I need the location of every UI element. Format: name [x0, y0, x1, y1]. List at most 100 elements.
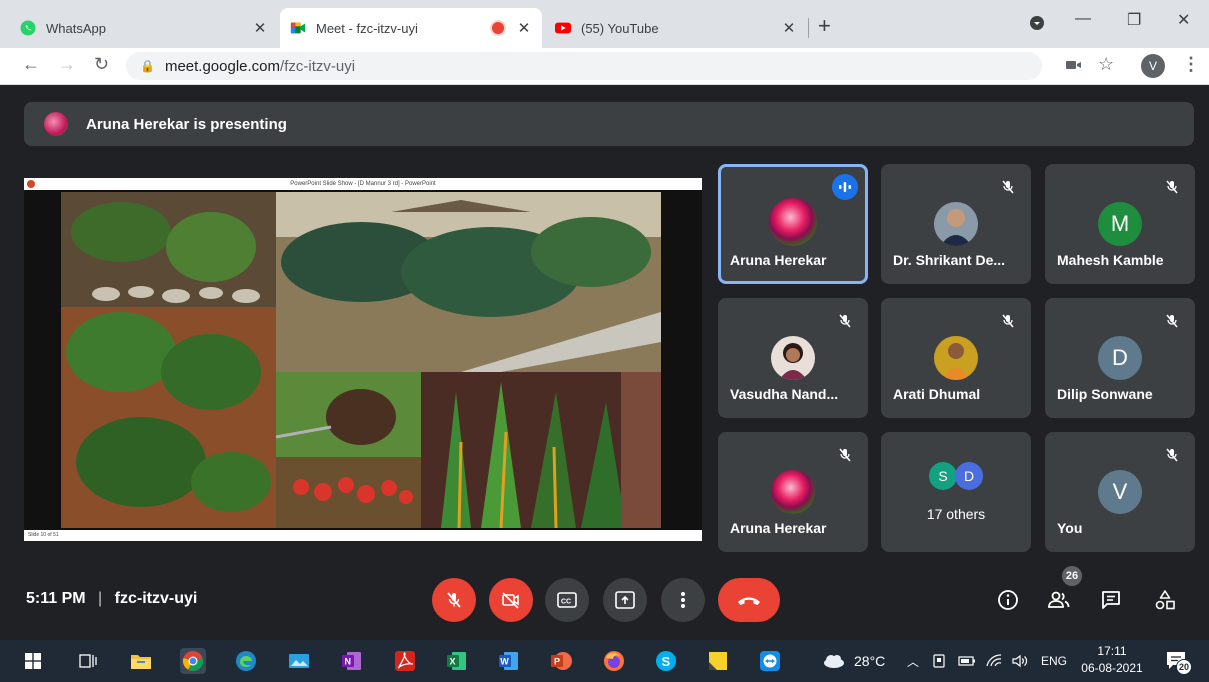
- captions-button[interactable]: CC: [545, 578, 589, 622]
- participant-tile[interactable]: Dr. Shrikant De...: [881, 164, 1031, 284]
- profile-menu-icon[interactable]: [1030, 16, 1044, 30]
- input-language[interactable]: ENG: [1041, 640, 1067, 682]
- minimize-button[interactable]: —: [1075, 10, 1091, 28]
- participant-tile[interactable]: Arati Dhumal: [881, 298, 1031, 418]
- participant-name: Aruna Herekar: [730, 252, 827, 268]
- mic-off-icon: [995, 174, 1021, 200]
- participant-name: Vasudha Nand...: [730, 386, 839, 402]
- forward-arrow-icon[interactable]: →: [58, 54, 76, 75]
- participant-tile[interactable]: Vasudha Nand...: [718, 298, 868, 418]
- edge-icon[interactable]: [233, 648, 259, 674]
- chat-button[interactable]: [1097, 586, 1125, 614]
- tab-whatsapp[interactable]: WhatsApp ✕: [10, 8, 278, 48]
- windows-start-icon[interactable]: [20, 648, 46, 674]
- bookmark-star-icon[interactable]: ☆: [1098, 54, 1114, 75]
- acrobat-icon[interactable]: [392, 648, 418, 674]
- battery-icon[interactable]: [958, 640, 976, 682]
- ppt-logo-icon: [27, 180, 35, 188]
- address-bar[interactable]: 🔒 meet.google.com/fzc-itzv-uyi: [126, 52, 1042, 80]
- meeting-info: 5:11 PM | fzc-itzv-uyi: [26, 590, 197, 608]
- profile-avatar[interactable]: V: [1141, 54, 1165, 78]
- chrome-icon[interactable]: [180, 648, 206, 674]
- volume-icon[interactable]: [1011, 640, 1029, 682]
- more-menu-icon[interactable]: ⋮: [1182, 54, 1200, 75]
- participant-avatar: [771, 470, 815, 514]
- camera-in-use-icon[interactable]: [1066, 58, 1082, 76]
- svg-text:X: X: [450, 657, 456, 667]
- teamviewer-icon[interactable]: [757, 648, 783, 674]
- file-explorer-icon[interactable]: [128, 648, 154, 674]
- participant-avatar: [934, 336, 978, 380]
- taskbar-time: 17:11: [1097, 644, 1127, 658]
- taskbar-clock[interactable]: 17:11 06-08-2021: [1076, 643, 1148, 677]
- windows-taskbar: N X W P S 28°C ︿ ENG 17:11 06-08-2021 20: [0, 640, 1209, 682]
- people-button[interactable]: [1045, 586, 1073, 614]
- task-view-icon[interactable]: [75, 648, 101, 674]
- presentation-view[interactable]: PowerPoint Slide Show - [D Mannur 3 rd] …: [24, 178, 702, 541]
- reload-icon[interactable]: ↻: [94, 54, 109, 75]
- excel-icon[interactable]: X: [444, 648, 470, 674]
- others-avatar-d: D: [955, 462, 983, 490]
- participant-avatar: M: [1098, 202, 1142, 246]
- close-tab-icon[interactable]: ✕: [252, 19, 268, 37]
- onenote-icon[interactable]: N: [339, 648, 365, 674]
- url-path: /fzc-itzv-uyi: [280, 57, 356, 75]
- meeting-code: fzc-itzv-uyi: [114, 590, 198, 607]
- mic-off-icon: [832, 308, 858, 334]
- close-tab-icon[interactable]: ✕: [516, 19, 532, 37]
- leave-call-button[interactable]: [718, 578, 780, 622]
- meeting-details-button[interactable]: [994, 586, 1022, 614]
- others-tile[interactable]: S D 17 others: [881, 432, 1031, 552]
- firefox-icon[interactable]: [601, 648, 627, 674]
- participant-tile[interactable]: Aruna Herekar: [718, 432, 868, 552]
- photos-icon[interactable]: [286, 648, 312, 674]
- mic-toggle-button[interactable]: [432, 578, 476, 622]
- tab-youtube[interactable]: (55) YouTube ✕: [545, 8, 807, 48]
- wifi-icon[interactable]: [986, 640, 1002, 682]
- presenting-banner: Aruna Herekar is presenting: [24, 102, 1194, 146]
- back-arrow-icon[interactable]: ←: [22, 54, 40, 75]
- svg-text:P: P: [554, 657, 560, 667]
- svg-text:S: S: [662, 654, 671, 669]
- svg-text:N: N: [345, 657, 352, 667]
- browser-toolbar: ← → ↻ 🔒 meet.google.com/fzc-itzv-uyi ☆ ⋮: [0, 48, 1209, 85]
- sticky-notes-icon[interactable]: [705, 648, 731, 674]
- recording-indicator-icon: [492, 22, 504, 34]
- mic-off-icon: [1159, 442, 1185, 468]
- people-count-badge: 26: [1062, 566, 1082, 586]
- camera-toggle-button[interactable]: [489, 578, 533, 622]
- youtube-icon: [555, 20, 571, 36]
- close-window-button[interactable]: ✕: [1177, 10, 1190, 30]
- weather-widget[interactable]: 28°C: [822, 640, 885, 682]
- participant-avatar: V: [1098, 470, 1142, 514]
- tab-title: WhatsApp: [46, 20, 106, 36]
- more-options-button[interactable]: [661, 578, 705, 622]
- participant-tile[interactable]: M Mahesh Kamble: [1045, 164, 1195, 284]
- show-hidden-icons[interactable]: ︿: [907, 640, 919, 682]
- mic-off-icon: [1159, 174, 1185, 200]
- whatsapp-icon: [20, 20, 36, 36]
- participant-name: Dr. Shrikant De...: [893, 252, 1006, 268]
- tab-title: (55) YouTube: [581, 20, 659, 36]
- participant-tile[interactable]: Aruna Herekar: [718, 164, 868, 284]
- action-center-icon[interactable]: 20: [1164, 648, 1192, 675]
- lock-icon: 🔒: [140, 59, 155, 73]
- meet-now-icon[interactable]: [932, 640, 946, 682]
- powerpoint-icon[interactable]: P: [548, 648, 574, 674]
- close-tab-icon[interactable]: ✕: [781, 19, 797, 37]
- participant-name: Aruna Herekar: [730, 520, 827, 536]
- skype-icon[interactable]: S: [653, 648, 679, 674]
- tab-meet[interactable]: Meet - fzc-itzv-uyi ✕: [280, 8, 542, 48]
- maximize-button[interactable]: ❐: [1127, 10, 1141, 30]
- participant-name: Dilip Sonwane: [1057, 386, 1153, 402]
- new-tab-button[interactable]: +: [818, 13, 831, 39]
- activities-button[interactable]: [1151, 586, 1179, 614]
- participant-name: You: [1057, 520, 1083, 536]
- browser-tab-strip: WhatsApp ✕ Meet - fzc-itzv-uyi ✕ (55) Yo…: [0, 0, 1209, 48]
- presenting-text: Aruna Herekar is presenting: [86, 115, 287, 133]
- self-tile[interactable]: V You: [1045, 432, 1195, 552]
- word-icon[interactable]: W: [496, 648, 522, 674]
- present-screen-button[interactable]: [603, 578, 647, 622]
- participant-name: Arati Dhumal: [893, 386, 981, 402]
- participant-tile[interactable]: D Dilip Sonwane: [1045, 298, 1195, 418]
